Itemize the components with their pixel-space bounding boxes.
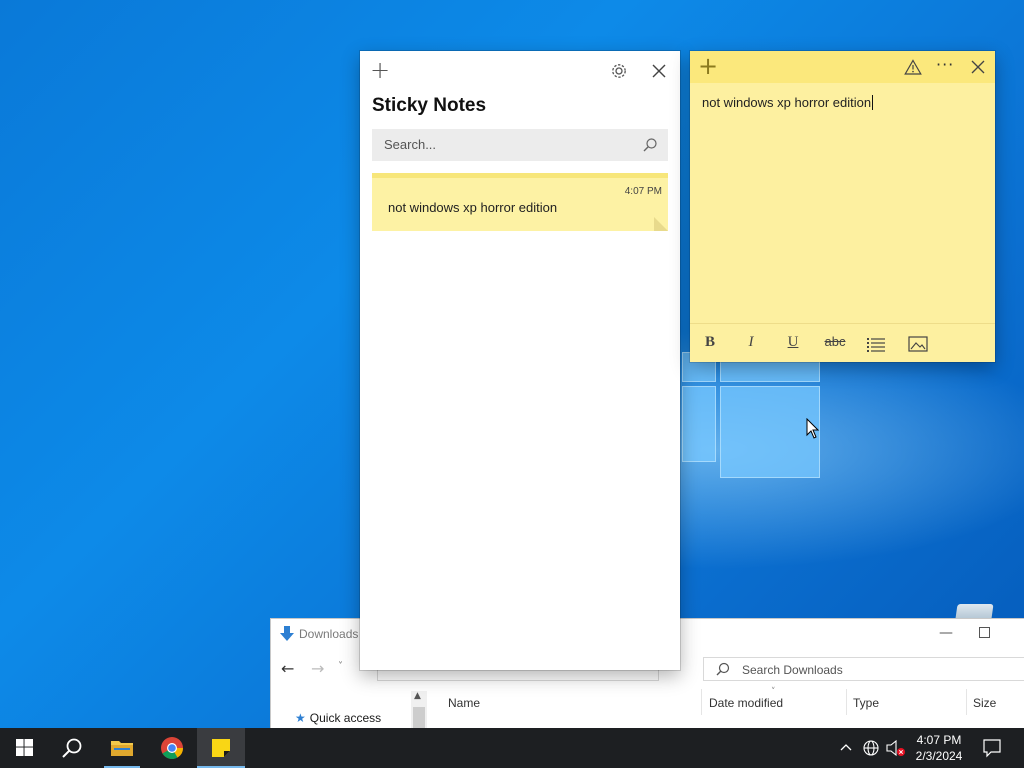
folder-icon xyxy=(111,741,133,756)
network-globe-icon[interactable] xyxy=(862,739,880,757)
close-icon[interactable] xyxy=(970,59,986,75)
recent-locations-chevron-icon[interactable]: ˅ xyxy=(338,661,343,672)
nav-pane-scrollbar[interactable]: ▲ xyxy=(411,691,427,728)
column-header-type[interactable]: Type xyxy=(853,696,879,710)
notes-search-placeholder: Search... xyxy=(384,137,437,152)
mouse-cursor-icon xyxy=(806,418,820,439)
taskbar-file-explorer[interactable] xyxy=(98,728,146,768)
minimize-button[interactable]: — xyxy=(935,625,957,641)
sticky-note-window: + ··· not windows xp horror edition B I … xyxy=(690,51,995,362)
sticky-notes-icon xyxy=(212,739,230,757)
taskbar-search-button[interactable] xyxy=(48,728,96,768)
column-divider[interactable] xyxy=(846,689,847,715)
action-center-icon[interactable] xyxy=(982,738,1002,758)
windows-logo-icon xyxy=(16,739,33,756)
chrome-icon xyxy=(161,737,183,759)
bold-button[interactable]: B xyxy=(697,334,723,356)
scrollbar-thumb[interactable] xyxy=(413,707,425,728)
taskbar-sticky-notes[interactable] xyxy=(197,728,245,768)
quick-access-label: Quick access xyxy=(309,711,382,725)
text-caret xyxy=(872,95,874,110)
clock-date: 2/3/2024 xyxy=(915,749,963,763)
download-arrow-icon xyxy=(280,626,294,641)
close-icon[interactable] xyxy=(650,62,668,80)
strikethrough-button[interactable]: abc xyxy=(818,334,852,356)
note-editor-text[interactable]: not windows xp horror edition xyxy=(702,95,874,110)
logo-pane xyxy=(682,386,716,462)
explorer-title: Downloads xyxy=(299,627,359,641)
note-preview-text: not windows xp horror edition xyxy=(388,200,558,215)
notes-search-input[interactable]: Search... xyxy=(372,129,668,161)
bullet-list-icon[interactable] xyxy=(866,337,886,353)
italic-button[interactable]: I xyxy=(738,334,764,356)
more-options-icon[interactable]: ··· xyxy=(936,55,954,74)
taskbar-chrome[interactable] xyxy=(148,728,196,768)
system-clock[interactable]: 4:07 PM 2/3/2024 xyxy=(908,732,970,764)
column-header-date-modified[interactable]: Date modified xyxy=(709,696,783,710)
search-icon xyxy=(62,738,82,758)
search-icon[interactable] xyxy=(642,137,658,153)
star-icon: ★ xyxy=(295,711,306,725)
volume-muted-icon[interactable] xyxy=(886,739,906,757)
sticky-notes-list-window: + Sticky Notes Search... 4:07 PM not win… xyxy=(360,51,680,670)
new-note-plus-icon[interactable]: + xyxy=(370,58,390,82)
column-header-size[interactable]: Size xyxy=(973,696,996,710)
note-body-text[interactable]: not windows xp horror edition xyxy=(702,95,871,110)
sticky-notes-title: Sticky Notes xyxy=(372,95,487,116)
nav-pane-quick-access[interactable]: ★ Quick access xyxy=(295,711,381,725)
note-corner-fold xyxy=(654,217,668,231)
new-note-plus-icon[interactable]: + xyxy=(698,54,718,78)
insert-image-icon[interactable] xyxy=(908,336,928,352)
maximize-button[interactable] xyxy=(979,627,990,638)
explorer-search-placeholder: Search Downloads xyxy=(742,663,843,677)
clock-time: 4:07 PM xyxy=(916,733,962,747)
note-list-item[interactable]: 4:07 PM not windows xp horror edition xyxy=(372,173,668,231)
taskbar: 4:07 PM 2/3/2024 xyxy=(0,728,1024,768)
show-hidden-icons-chevron-icon[interactable] xyxy=(839,740,853,754)
settings-gear-icon[interactable] xyxy=(610,62,628,80)
forward-arrow-icon[interactable]: → xyxy=(311,659,324,678)
scroll-up-arrow-icon[interactable]: ▲ xyxy=(414,691,421,701)
explorer-search-box[interactable]: Search Downloads xyxy=(703,657,1024,681)
logo-pane xyxy=(720,386,820,478)
toolbar-divider xyxy=(690,323,995,324)
note-timestamp: 4:07 PM xyxy=(624,186,662,197)
back-arrow-icon[interactable]: ← xyxy=(281,659,294,678)
warning-icon[interactable] xyxy=(904,59,922,75)
column-divider[interactable] xyxy=(701,689,702,715)
start-button[interactable] xyxy=(0,728,48,768)
windows-wallpaper-logo xyxy=(682,352,824,480)
column-divider[interactable] xyxy=(966,689,967,715)
column-header-name[interactable]: Name xyxy=(448,696,480,710)
underline-button[interactable]: U xyxy=(780,334,806,356)
search-icon xyxy=(716,662,730,676)
